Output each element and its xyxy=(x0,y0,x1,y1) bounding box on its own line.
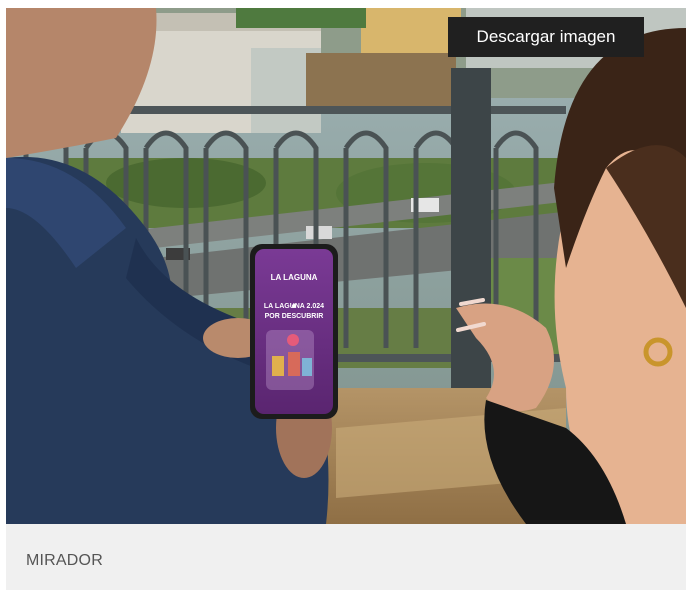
phone-screen-subheadline: POR DESCUBRIR xyxy=(265,313,324,320)
image-card: LA LAGUNA LA LAGUNA 2.024 POR DESCUBRIR … xyxy=(0,0,686,590)
photo-illustration: LA LAGUNA LA LAGUNA 2.024 POR DESCUBRIR xyxy=(6,8,686,524)
phone-screen-title: LA LAGUNA xyxy=(271,273,318,282)
download-image-button[interactable]: Descargar imagen xyxy=(448,17,644,57)
photo: LA LAGUNA LA LAGUNA 2.024 POR DESCUBRIR xyxy=(6,8,686,524)
image-caption: MIRADOR xyxy=(26,552,103,569)
caption-bar: MIRADOR xyxy=(6,524,686,590)
phone-screen-headline: LA LAGUNA 2.024 xyxy=(264,303,324,310)
